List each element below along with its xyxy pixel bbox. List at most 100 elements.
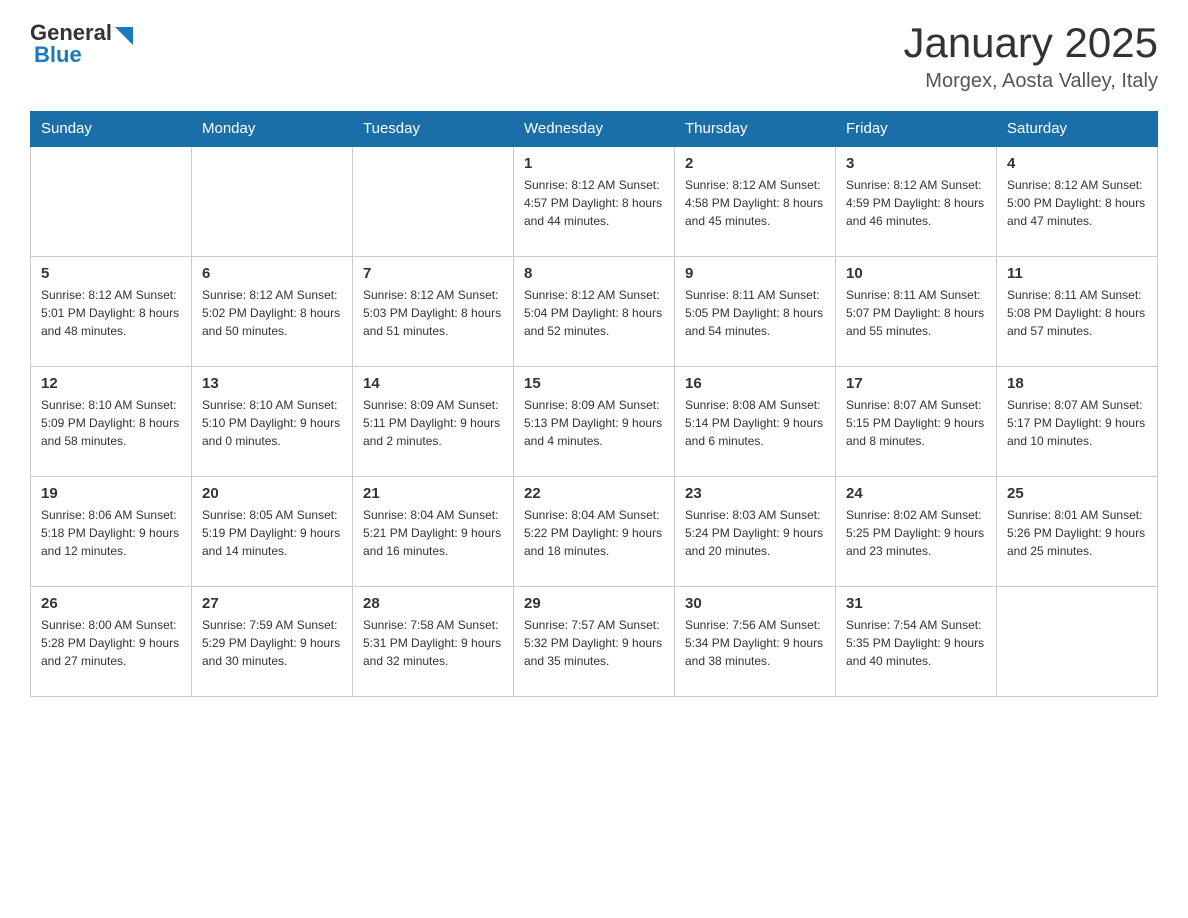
day-info: Sunrise: 8:02 AM Sunset: 5:25 PM Dayligh… [846,506,986,560]
calendar-week-row: 5 Sunrise: 8:12 AM Sunset: 5:01 PM Daylig… [31,256,1158,366]
col-monday: Monday [192,112,353,147]
calendar-week-row: 1Sunrise: 8:12 AM Sunset: 4:57 PM Daylig… [31,146,1158,256]
day-info: Sunrise: 8:08 AM Sunset: 5:14 PM Dayligh… [685,396,825,450]
calendar-cell: 19 Sunrise: 8:06 AM Sunset: 5:18 PM Dayli… [31,476,192,586]
page-header: General Blue January 2025 Morgex, Aosta … [30,20,1158,93]
day-info: Sunrise: 8:12 AM Sunset: 5:01 PM Dayligh… [41,286,181,340]
day-number: 2 [685,155,825,172]
calendar-subtitle: Morgex, Aosta Valley, Italy [903,70,1158,93]
day-info: Sunrise: 8:09 AM Sunset: 5:13 PM Dayligh… [524,396,664,450]
calendar-cell: 29Sunrise: 7:57 AM Sunset: 5:32 PM Dayli… [514,586,675,696]
day-info: Sunrise: 8:12 AM Sunset: 5:04 PM Dayligh… [524,286,664,340]
calendar-cell: 10 Sunrise: 8:11 AM Sunset: 5:07 PM Dayli… [836,256,997,366]
day-number: 26 [41,595,181,612]
calendar-cell: 15 Sunrise: 8:09 AM Sunset: 5:13 PM Dayli… [514,366,675,476]
calendar-cell: 17 Sunrise: 8:07 AM Sunset: 5:15 PM Dayli… [836,366,997,476]
day-number: 3 [846,155,986,172]
day-number: 9 [685,265,825,282]
calendar-cell: 24 Sunrise: 8:02 AM Sunset: 5:25 PM Dayli… [836,476,997,586]
calendar-cell: 14Sunrise: 8:09 AM Sunset: 5:11 PM Dayli… [353,366,514,476]
day-number: 1 [524,155,664,172]
calendar-cell: 28Sunrise: 7:58 AM Sunset: 5:31 PM Dayli… [353,586,514,696]
day-number: 5 [41,265,181,282]
logo-blue-text: Blue [34,42,82,68]
day-number: 16 [685,375,825,392]
calendar-cell: 8 Sunrise: 8:12 AM Sunset: 5:04 PM Daylig… [514,256,675,366]
col-tuesday: Tuesday [353,112,514,147]
calendar-cell: 2 Sunrise: 8:12 AM Sunset: 4:58 PM Daylig… [675,146,836,256]
day-number: 30 [685,595,825,612]
day-info: Sunrise: 8:01 AM Sunset: 5:26 PM Dayligh… [1007,506,1147,560]
calendar-cell: 3 Sunrise: 8:12 AM Sunset: 4:59 PM Daylig… [836,146,997,256]
day-info: Sunrise: 8:04 AM Sunset: 5:21 PM Dayligh… [363,506,503,560]
logo-triangle-icon [111,23,133,45]
day-info: Sunrise: 8:03 AM Sunset: 5:24 PM Dayligh… [685,506,825,560]
calendar-cell: 25 Sunrise: 8:01 AM Sunset: 5:26 PM Dayli… [997,476,1158,586]
day-number: 15 [524,375,664,392]
title-area: January 2025 Morgex, Aosta Valley, Italy [903,20,1158,93]
day-number: 19 [41,485,181,502]
calendar-cell: 1Sunrise: 8:12 AM Sunset: 4:57 PM Daylig… [514,146,675,256]
calendar-title: January 2025 [903,20,1158,66]
day-info: Sunrise: 8:12 AM Sunset: 4:58 PM Dayligh… [685,176,825,230]
day-number: 17 [846,375,986,392]
day-info: Sunrise: 8:07 AM Sunset: 5:15 PM Dayligh… [846,396,986,450]
day-number: 27 [202,595,342,612]
day-info: Sunrise: 8:10 AM Sunset: 5:09 PM Dayligh… [41,396,181,450]
day-info: Sunrise: 8:05 AM Sunset: 5:19 PM Dayligh… [202,506,342,560]
day-info: Sunrise: 8:11 AM Sunset: 5:08 PM Dayligh… [1007,286,1147,340]
day-info: Sunrise: 7:56 AM Sunset: 5:34 PM Dayligh… [685,616,825,670]
day-number: 18 [1007,375,1147,392]
day-info: Sunrise: 8:06 AM Sunset: 5:18 PM Dayligh… [41,506,181,560]
day-info: Sunrise: 8:09 AM Sunset: 5:11 PM Dayligh… [363,396,503,450]
calendar-cell: 4 Sunrise: 8:12 AM Sunset: 5:00 PM Daylig… [997,146,1158,256]
day-info: Sunrise: 7:59 AM Sunset: 5:29 PM Dayligh… [202,616,342,670]
col-friday: Friday [836,112,997,147]
calendar-week-row: 19 Sunrise: 8:06 AM Sunset: 5:18 PM Dayli… [31,476,1158,586]
day-number: 4 [1007,155,1147,172]
calendar-cell: 22 Sunrise: 8:04 AM Sunset: 5:22 PM Dayli… [514,476,675,586]
day-info: Sunrise: 8:12 AM Sunset: 4:59 PM Dayligh… [846,176,986,230]
calendar-cell: 27 Sunrise: 7:59 AM Sunset: 5:29 PM Dayli… [192,586,353,696]
day-number: 24 [846,485,986,502]
calendar-cell: 31 Sunrise: 7:54 AM Sunset: 5:35 PM Dayli… [836,586,997,696]
col-sunday: Sunday [31,112,192,147]
day-info: Sunrise: 8:07 AM Sunset: 5:17 PM Dayligh… [1007,396,1147,450]
calendar-cell: 26 Sunrise: 8:00 AM Sunset: 5:28 PM Dayli… [31,586,192,696]
day-number: 28 [363,595,503,612]
calendar-cell: 13Sunrise: 8:10 AM Sunset: 5:10 PM Dayli… [192,366,353,476]
day-number: 11 [1007,265,1147,282]
calendar-week-row: 12 Sunrise: 8:10 AM Sunset: 5:09 PM Dayli… [31,366,1158,476]
day-number: 31 [846,595,986,612]
calendar-cell: 12 Sunrise: 8:10 AM Sunset: 5:09 PM Dayli… [31,366,192,476]
day-number: 23 [685,485,825,502]
day-info: Sunrise: 7:54 AM Sunset: 5:35 PM Dayligh… [846,616,986,670]
calendar-cell [192,146,353,256]
day-number: 25 [1007,485,1147,502]
calendar-cell: 21Sunrise: 8:04 AM Sunset: 5:21 PM Dayli… [353,476,514,586]
day-number: 7 [363,265,503,282]
calendar-cell: 16 Sunrise: 8:08 AM Sunset: 5:14 PM Dayli… [675,366,836,476]
day-info: Sunrise: 8:12 AM Sunset: 5:02 PM Dayligh… [202,286,342,340]
calendar-table: Sunday Monday Tuesday Wednesday Thursday… [30,111,1158,697]
day-number: 8 [524,265,664,282]
col-thursday: Thursday [675,112,836,147]
day-number: 13 [202,375,342,392]
day-number: 12 [41,375,181,392]
calendar-cell: 7Sunrise: 8:12 AM Sunset: 5:03 PM Daylig… [353,256,514,366]
calendar-cell: 30 Sunrise: 7:56 AM Sunset: 5:34 PM Dayli… [675,586,836,696]
calendar-cell [997,586,1158,696]
calendar-cell: 11 Sunrise: 8:11 AM Sunset: 5:08 PM Dayli… [997,256,1158,366]
calendar-cell: 20Sunrise: 8:05 AM Sunset: 5:19 PM Dayli… [192,476,353,586]
day-number: 10 [846,265,986,282]
day-number: 22 [524,485,664,502]
calendar-cell: 9 Sunrise: 8:11 AM Sunset: 5:05 PM Daylig… [675,256,836,366]
day-info: Sunrise: 8:11 AM Sunset: 5:07 PM Dayligh… [846,286,986,340]
calendar-header-row: Sunday Monday Tuesday Wednesday Thursday… [31,112,1158,147]
day-info: Sunrise: 8:00 AM Sunset: 5:28 PM Dayligh… [41,616,181,670]
calendar-cell: 23 Sunrise: 8:03 AM Sunset: 5:24 PM Dayli… [675,476,836,586]
day-info: Sunrise: 8:12 AM Sunset: 5:00 PM Dayligh… [1007,176,1147,230]
day-info: Sunrise: 7:57 AM Sunset: 5:32 PM Dayligh… [524,616,664,670]
day-info: Sunrise: 8:04 AM Sunset: 5:22 PM Dayligh… [524,506,664,560]
day-info: Sunrise: 8:11 AM Sunset: 5:05 PM Dayligh… [685,286,825,340]
